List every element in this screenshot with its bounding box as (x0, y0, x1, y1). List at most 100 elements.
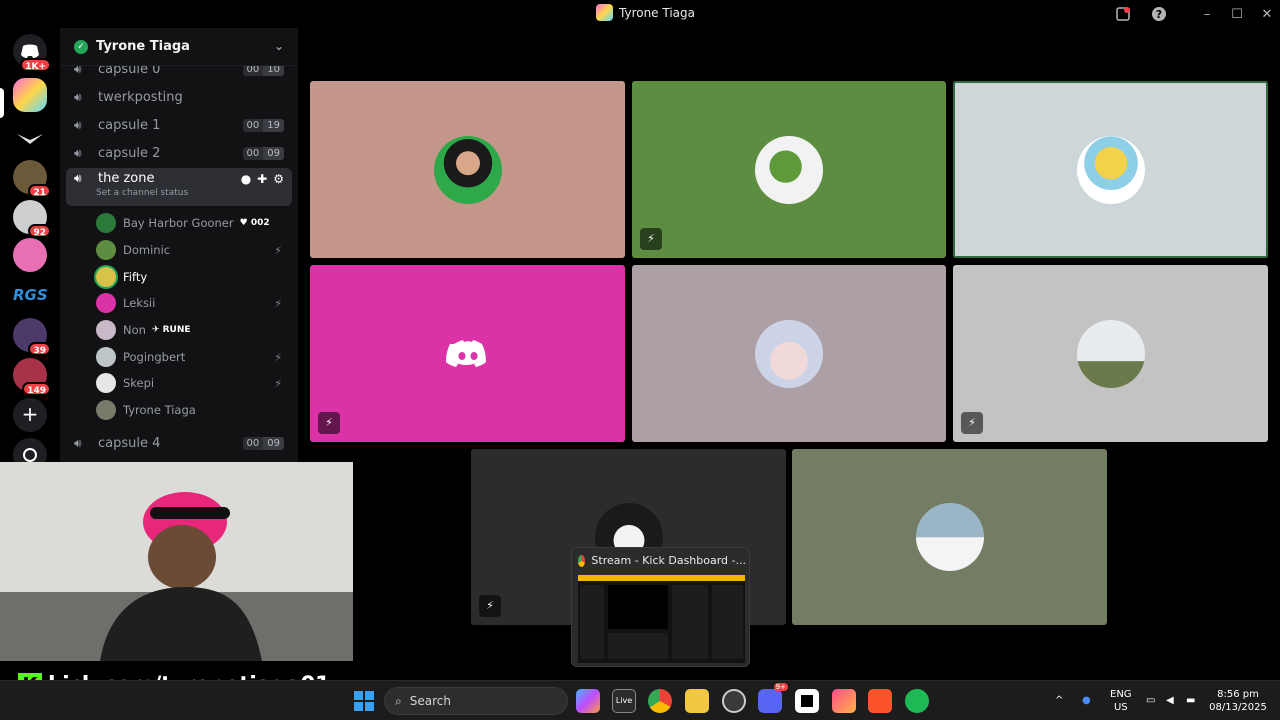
windows-start-icon[interactable] (352, 689, 376, 713)
brave-icon[interactable] (868, 689, 892, 713)
member-item[interactable]: Fifty (96, 265, 292, 289)
window-title: Tyrone Tiaga (619, 5, 695, 20)
battery-icon[interactable]: ▬ (1186, 694, 1195, 707)
title-bar: Tyrone Tiaga ? – ☐ ✕ (0, 0, 1280, 28)
video-tile[interactable] (310, 81, 625, 258)
lang-label: ENG (1110, 689, 1132, 700)
clock-time: 8:56 pm (1217, 689, 1259, 700)
minimize-icon[interactable]: – (1198, 5, 1216, 23)
speaker-icon: 🔊︎ (74, 118, 82, 132)
member-item[interactable]: Bay Harbor Gooner ♥ 002 (96, 211, 292, 235)
member-name: Fifty (123, 270, 148, 284)
server-anime-5[interactable]: 149 (13, 358, 51, 396)
channel-capsule-4[interactable]: 🔊︎ capsule 4 00 09 (66, 430, 292, 456)
taskbar-search[interactable]: ⌕ Search (384, 687, 568, 715)
video-tile[interactable] (632, 265, 946, 442)
avatar (96, 293, 116, 313)
avatar (1076, 319, 1145, 388)
avatar (96, 213, 116, 233)
member-item[interactable]: Leksii ⚡︎ (96, 291, 292, 315)
taskbar-thumbnail[interactable]: Stream - Kick Dashboard -... (571, 547, 750, 667)
gear-icon[interactable]: ⚙ (273, 172, 284, 186)
chat-icon[interactable]: ● (241, 172, 251, 186)
avatar (96, 347, 116, 367)
member-item[interactable]: Tyrone Tiaga (96, 398, 292, 422)
speaker-icon: 🔊︎ (74, 146, 82, 160)
member-name: Leksii (123, 296, 156, 310)
muted-icon: ⚡︎ (274, 243, 282, 257)
add-server-icon[interactable]: + (13, 398, 47, 432)
server-anime-2[interactable]: 92 (13, 200, 51, 238)
video-tile[interactable]: ⚡︎ (632, 81, 946, 258)
channel-sidebar: ✓ Tyrone Tiaga ⌄ 🔊︎ capsule 0 00 10 🔊︎ tw… (60, 28, 298, 462)
search-placeholder: Search (409, 694, 451, 708)
server-badge: 21 (28, 184, 51, 198)
avatar (96, 400, 116, 420)
direct-messages-button[interactable]: 1K+ (13, 34, 51, 72)
user-count: 00 19 (242, 118, 284, 132)
spotify-icon[interactable] (905, 689, 929, 713)
server-hybrid[interactable] (13, 120, 47, 154)
member-name: Pogingbert (123, 350, 186, 364)
channel-twerkposting[interactable]: 🔊︎ twerkposting (66, 84, 292, 110)
roblox-icon[interactable] (795, 689, 819, 713)
server-tyrone-tiaga[interactable] (13, 78, 47, 112)
discord-logo-icon (434, 320, 502, 388)
clock[interactable]: 8:56 pm 08/13/2025 (1208, 688, 1268, 714)
server-rgs[interactable]: RGS (13, 278, 48, 312)
region-label: US (1113, 702, 1128, 713)
chevron-down-icon[interactable]: ⌄ (274, 39, 284, 53)
avatar (755, 135, 823, 204)
dm-badge: 1K+ (20, 58, 51, 72)
streamer-webcam-icon (0, 462, 353, 661)
server-header[interactable]: ✓ Tyrone Tiaga ⌄ (60, 28, 298, 66)
network-icon[interactable]: ▭ (1146, 694, 1155, 707)
server-badge: 39 (28, 342, 51, 356)
member-tag: ✈ RUNE (151, 325, 191, 335)
chrome-icon[interactable] (648, 689, 672, 713)
maximize-icon[interactable]: ☐ (1228, 5, 1246, 23)
channel-label: capsule 2 (98, 145, 161, 161)
channel-label: capsule 4 (98, 435, 161, 451)
chrome-icon (578, 554, 586, 567)
member-item[interactable]: Pogingbert ⚡︎ (96, 345, 292, 369)
video-tile[interactable] (792, 449, 1107, 625)
volume-icon[interactable]: ◀ (1166, 694, 1174, 707)
video-tile[interactable] (953, 81, 1268, 258)
member-tag: ♥ 002 (239, 218, 270, 228)
avatar (433, 135, 502, 204)
discord-badge: 9+ (773, 683, 788, 691)
avatar (96, 267, 116, 287)
channel-the-zone[interactable]: 🔊︎ the zone Set a channel status ● ✚ ⚙ (66, 168, 292, 206)
channel-capsule-1[interactable]: 🔊︎ capsule 1 00 19 (66, 112, 292, 138)
inbox-icon[interactable] (1114, 5, 1132, 23)
server-anime-1[interactable]: 21 (13, 160, 51, 198)
discord-icon[interactable]: 9+ (758, 683, 788, 713)
search-icon: ⌕ (395, 693, 402, 708)
member-item[interactable]: Dominic ⚡︎ (96, 238, 292, 262)
clock-date: 08/13/2025 (1209, 702, 1267, 713)
live-icon[interactable]: Live (612, 689, 636, 713)
muted-icon: ⚡︎ (318, 412, 340, 434)
file-explorer-icon[interactable] (685, 689, 709, 713)
server-anime-4[interactable]: 39 (13, 318, 51, 356)
close-icon[interactable]: ✕ (1258, 5, 1276, 23)
microphone-icon[interactable]: ● (1082, 694, 1091, 707)
speaker-icon: 🔊︎ (74, 436, 82, 450)
copilot-icon[interactable] (576, 689, 600, 713)
member-name: Bay Harbor Gooner (123, 216, 234, 230)
obs-icon[interactable] (722, 689, 746, 713)
help-icon[interactable]: ? (1150, 5, 1168, 23)
server-anime-3[interactable] (13, 238, 47, 272)
invite-icon[interactable]: ✚ (257, 172, 267, 186)
video-tile[interactable]: ⚡︎ (310, 265, 625, 442)
language-indicator[interactable]: ENG US (1110, 688, 1132, 714)
member-item[interactable]: Skepi ⚡︎ (96, 371, 292, 395)
muted-icon: ⚡︎ (961, 412, 983, 434)
channel-capsule-2[interactable]: 🔊︎ capsule 2 00 09 (66, 140, 292, 166)
video-tile[interactable]: ⚡︎ (953, 265, 1268, 442)
tray-chevron-icon[interactable]: ^ (1055, 694, 1063, 707)
photo-app-icon[interactable] (832, 689, 856, 713)
member-item[interactable]: Non ✈ RUNE (96, 318, 292, 342)
channel-status[interactable]: Set a channel status (96, 188, 188, 198)
